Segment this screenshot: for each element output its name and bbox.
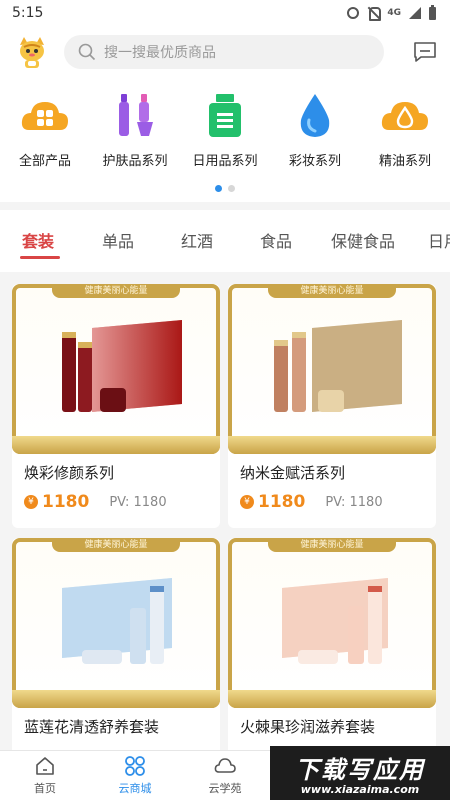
yen-icon: ¥	[240, 495, 254, 509]
category-essential-oil[interactable]: 精油系列	[360, 90, 450, 169]
alarm-icon	[347, 7, 360, 19]
carousel-dot[interactable]	[228, 185, 235, 192]
active-tab-indicator	[20, 256, 60, 259]
search-placeholder: 搜一搜最优质商品	[104, 45, 216, 61]
tab-daily[interactable]: 日用	[428, 228, 450, 252]
search-icon	[78, 43, 96, 61]
price-row: ¥ 1180 PV: 1180	[24, 492, 167, 512]
grid-cloud-icon	[21, 102, 68, 130]
category-label: 护肤品系列	[102, 154, 168, 169]
product-frame-base	[228, 690, 436, 708]
product-image	[62, 578, 172, 664]
product-name: 纳米金赋活系列	[240, 464, 346, 482]
header: 搜一搜最优质商品	[0, 26, 450, 78]
product-price: 1180	[258, 492, 306, 512]
product-image	[274, 320, 402, 412]
home-icon	[36, 757, 54, 775]
carousel-dot-active[interactable]	[215, 185, 222, 192]
product-name: 焕彩修颜系列	[24, 464, 115, 482]
nav-academy[interactable]: 云学苑	[180, 755, 270, 796]
product-card[interactable]: 健康美丽心能量 蓝莲花清透舒养套装	[12, 538, 220, 750]
product-pv: PV: 1180	[325, 494, 383, 510]
price-row: ¥ 1180 PV: 1180	[240, 492, 383, 512]
network-label: 4G	[387, 8, 401, 18]
oil-cloud-icon	[381, 102, 428, 130]
category-label: 彩妆系列	[288, 154, 341, 169]
product-frame-base	[228, 436, 436, 454]
product-pv: PV: 1180	[109, 494, 167, 510]
mute-icon	[367, 7, 382, 21]
product-card[interactable]: 健康美丽心能量 纳米金赋活系列 ¥ 1180 PV: 1180	[228, 284, 436, 528]
nav-home[interactable]: 首页	[0, 755, 90, 796]
product-card[interactable]: 健康美丽心能量 火棘果珍润滋养套装	[228, 538, 436, 750]
product-banner: 健康美丽心能量	[52, 538, 180, 552]
product-card[interactable]: 健康美丽心能量 焕彩修颜系列 ¥ 1180 PV: 1180	[12, 284, 220, 528]
daily-bottle-icon	[209, 94, 241, 137]
category-daily-goods[interactable]: 日用品系列	[180, 90, 270, 169]
nav-label: 云商城	[118, 782, 152, 795]
message-icon[interactable]	[412, 39, 438, 65]
product-image	[282, 578, 388, 664]
store-grid-icon	[125, 756, 145, 776]
status-time: 5:15	[12, 5, 44, 21]
status-bar: 5:15 4G	[0, 0, 450, 26]
category-label: 全部产品	[18, 154, 71, 169]
product-frame-base	[12, 690, 220, 708]
product-price: 1180	[42, 492, 90, 512]
cloud-academy-icon	[214, 758, 236, 773]
nav-label: 云学苑	[208, 782, 242, 795]
signal-icon	[409, 7, 421, 19]
status-icons: 4G	[347, 4, 436, 21]
tab-food[interactable]: 食品	[260, 228, 292, 252]
search-bar[interactable]: 搜一搜最优质商品	[64, 35, 384, 69]
watermark-url: www.xiazaima.com	[300, 783, 420, 796]
battery-icon	[429, 4, 436, 20]
tab-health-food[interactable]: 保健食品	[331, 228, 395, 252]
product-banner: 健康美丽心能量	[268, 538, 396, 552]
category-label: 精油系列	[378, 154, 431, 169]
product-name: 火棘果珍润滋养套装	[240, 718, 376, 736]
category-all-products[interactable]: 全部产品	[0, 90, 90, 169]
skincare-bottles-icon	[119, 94, 153, 136]
product-grid: 健康美丽心能量 焕彩修颜系列 ¥ 1180 PV: 1180 健康美丽心能量 纳…	[0, 272, 450, 750]
nav-label: 首页	[34, 782, 56, 795]
product-name: 蓝莲花清透舒养套装	[24, 718, 160, 736]
category-cosmetics[interactable]: 彩妆系列	[270, 90, 360, 169]
app-logo-icon[interactable]	[16, 35, 48, 69]
water-drop-icon	[300, 94, 330, 137]
category-label: 日用品系列	[192, 154, 258, 169]
tab-single[interactable]: 单品	[102, 228, 134, 252]
yen-icon: ¥	[24, 495, 38, 509]
carousel-dots	[0, 185, 450, 192]
product-frame-base	[12, 436, 220, 454]
product-banner: 健康美丽心能量	[268, 284, 396, 298]
product-image	[62, 320, 182, 412]
tab-set[interactable]: 套装	[22, 228, 54, 252]
nav-store[interactable]: 云商城	[90, 755, 180, 796]
watermark-title: 下载写应用	[295, 756, 425, 784]
category-tabs: 套装 单品 红酒 食品 保健食品 日用	[0, 210, 450, 272]
category-panel: 全部产品 护肤品系列 日用品系列 彩妆系列 精油系列	[0, 78, 450, 202]
category-skincare[interactable]: 护肤品系列	[90, 90, 180, 169]
watermark: 下载写应用 www.xiazaima.com	[270, 746, 450, 800]
tab-wine[interactable]: 红酒	[181, 228, 213, 252]
product-banner: 健康美丽心能量	[52, 284, 180, 298]
